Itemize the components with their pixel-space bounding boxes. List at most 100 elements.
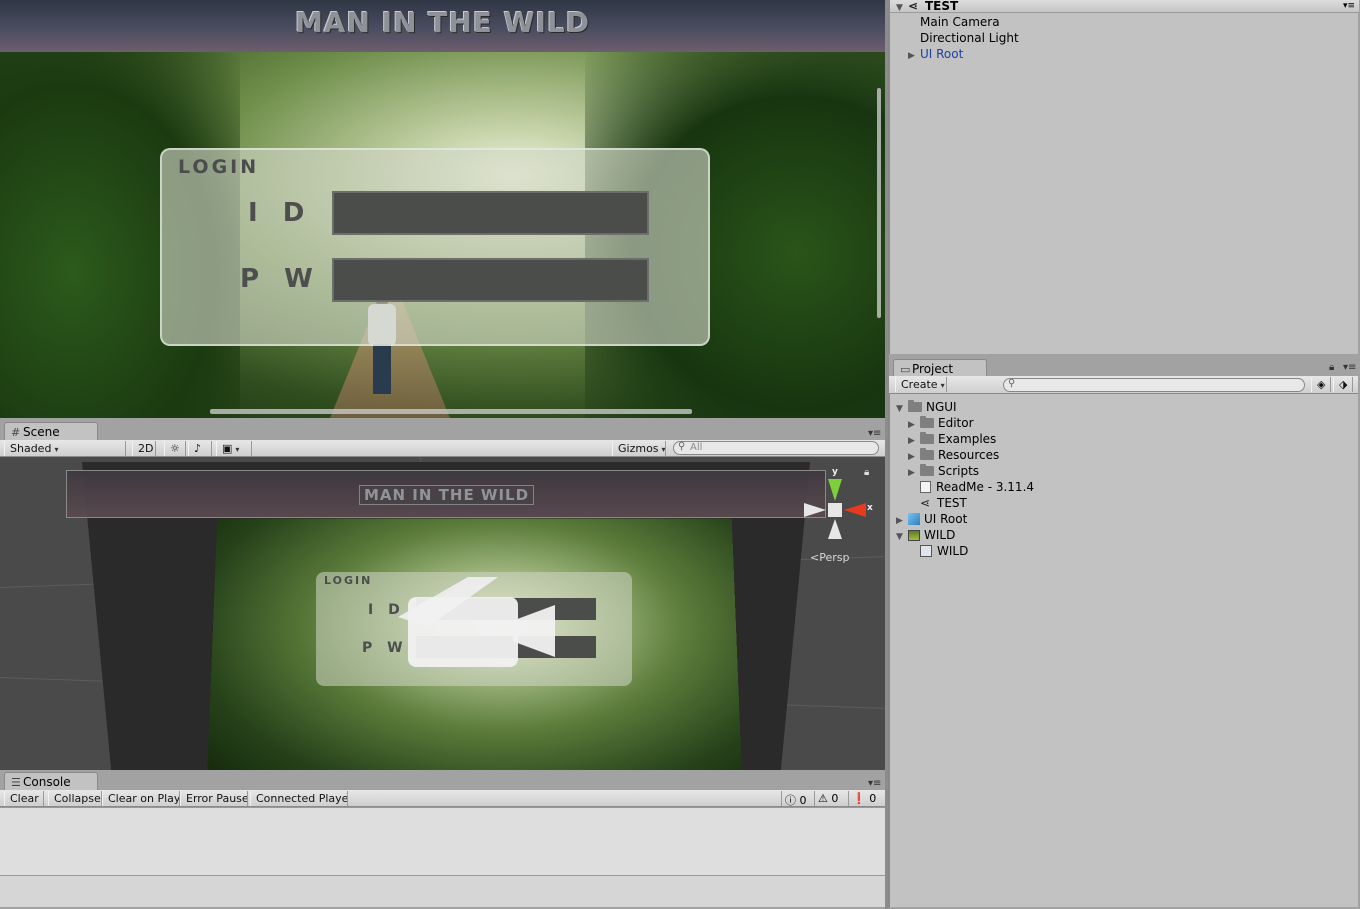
project-item-wild-texture[interactable]: ▼ WILD <box>896 528 955 544</box>
project-item-resources[interactable]: ▶ Resources <box>908 448 999 464</box>
warning-count: 0 <box>831 792 839 805</box>
folder-icon <box>908 400 922 412</box>
console-clear-button[interactable]: Clear <box>4 791 44 806</box>
game-view[interactable]: MAN IN THE WILD LOGIN I D P W <box>0 0 885 418</box>
lighting-toggle-icon[interactable]: ☼ <box>164 441 186 456</box>
scene-tabbar: # Scene ▾≡ <box>0 422 885 440</box>
folder-icon <box>920 464 934 476</box>
expand-arrow-icon[interactable]: ▶ <box>908 466 920 480</box>
error-count-toggle[interactable]: ❗ 0 <box>848 791 880 806</box>
project-panel-menu-icon[interactable]: ▾≡ <box>1343 362 1356 373</box>
project-lock-icon[interactable]: 🔒︎ <box>1329 362 1334 373</box>
effects-toggle-icon[interactable]: ▣ <box>216 441 252 456</box>
project-panel[interactable]: ▼ NGUI ▶ Editor ▶ Examples ▶ Resources ▶ Scri… <box>889 394 1358 907</box>
hiker-legs <box>373 344 391 394</box>
camera-icon[interactable] <box>398 577 558 669</box>
log-count: 0 <box>799 794 807 807</box>
hierarchy-panel[interactable]: ▼ ⋖ TEST ▾≡ Main Camera Directional Light … <box>889 0 1359 354</box>
mode-2d-button[interactable]: 2D <box>132 441 156 456</box>
project-item-wild-sprite[interactable]: WILD <box>920 544 968 558</box>
project-item-label: Scripts <box>938 464 980 478</box>
projection-toggle[interactable]: <Persp <box>810 551 849 564</box>
audio-toggle-icon[interactable]: ♪ <box>188 441 212 456</box>
folder-tab-icon: ▭ <box>900 363 911 376</box>
console-detail-area[interactable] <box>0 875 885 907</box>
hierarchy-scene-header[interactable]: ▼ ⋖ TEST ▾≡ <box>890 0 1359 13</box>
expand-arrow-icon[interactable]: ▶ <box>896 514 908 528</box>
console-error-pause-button[interactable]: Error Pause <box>180 791 248 806</box>
tab-console-label: Console <box>23 775 71 789</box>
project-item-label: WILD <box>924 528 956 542</box>
search-by-type-icon[interactable]: ◈ <box>1311 377 1331 392</box>
search-icon: ⚲ <box>678 441 686 452</box>
hierarchy-item-directional-light[interactable]: Directional Light <box>920 31 1019 45</box>
hierarchy-item-ui-root[interactable]: ▶ UI Root <box>908 47 963 63</box>
tab-project-label: Project <box>912 362 954 376</box>
pw-label: P W <box>240 264 321 294</box>
scene-banner-title: MAN IN THE WILD <box>359 485 535 505</box>
expand-arrow-icon[interactable]: ▶ <box>908 450 920 464</box>
id-input[interactable] <box>332 191 649 235</box>
id-label: I D <box>248 198 313 228</box>
console-log-area[interactable] <box>0 807 885 875</box>
scene-search-input[interactable]: ⚲ All <box>673 441 879 455</box>
console-clear-on-play-button[interactable]: Clear on Play <box>102 791 180 806</box>
expand-arrow-icon[interactable]: ▼ <box>896 402 908 416</box>
project-item-scripts[interactable]: ▶ Scripts <box>908 464 979 480</box>
project-item-label: UI Root <box>924 512 968 526</box>
pw-input[interactable] <box>332 258 649 302</box>
grid-icon: # <box>11 426 21 439</box>
project-item-ngui[interactable]: ▼ NGUI <box>896 400 957 416</box>
connected-player-dropdown[interactable]: Connected Playe <box>250 791 348 806</box>
tab-project[interactable]: ▭ Project <box>893 359 987 376</box>
project-item-examples[interactable]: ▶ Examples <box>908 432 996 448</box>
warning-count-toggle[interactable]: ⚠ 0 <box>814 791 842 806</box>
expand-arrow-icon[interactable]: ▶ <box>908 418 920 432</box>
axis-z-cone[interactable] <box>804 503 826 517</box>
scene-panel-menu-icon[interactable]: ▾≡ <box>868 428 881 439</box>
axis-y-cone[interactable] <box>828 479 842 501</box>
project-tabbar: ▭ Project 🔒︎ ▾≡ <box>889 356 1358 376</box>
axis-center-cube[interactable] <box>828 503 842 517</box>
texture-icon <box>908 530 920 541</box>
hierarchy-item-main-camera[interactable]: Main Camera <box>920 15 1000 29</box>
search-by-label-icon[interactable]: ⬗ <box>1333 377 1353 392</box>
scene-view[interactable]: MAN IN THE WILD LOGIN I D P W y x 🔒︎ <Pe… <box>0 457 885 770</box>
orientation-gizmo[interactable]: y x <box>800 467 880 547</box>
axis-down-cone[interactable] <box>828 519 842 539</box>
axis-x-cone[interactable] <box>844 503 866 517</box>
game-scrollbar-horizontal[interactable] <box>210 409 692 414</box>
tab-scene[interactable]: # Scene <box>4 422 98 440</box>
project-item-editor[interactable]: ▶ Editor <box>908 416 974 432</box>
expand-arrow-icon[interactable]: ▶ <box>908 49 920 63</box>
log-count-toggle[interactable]: ⓘ 0 <box>781 791 811 807</box>
project-item-readme[interactable]: ReadMe - 3.11.4 <box>920 480 1034 494</box>
game-scrollbar-vertical[interactable] <box>877 88 881 318</box>
project-item-label: Editor <box>938 416 974 430</box>
hierarchy-menu-icon[interactable]: ▾≡ <box>1343 0 1355 12</box>
project-search-input[interactable]: ⚲ <box>1003 378 1305 392</box>
scene-search-placeholder: All <box>690 442 703 453</box>
console-collapse-button[interactable]: Collapse <box>48 791 102 806</box>
expand-arrow-icon[interactable]: ▶ <box>908 434 920 448</box>
gizmos-dropdown[interactable]: Gizmos <box>612 441 666 456</box>
unity-scene-icon: ⋖ <box>920 496 931 510</box>
console-panel-menu-icon[interactable]: ▾≡ <box>868 778 881 789</box>
project-create-dropdown[interactable]: Create <box>895 377 947 392</box>
console-tabbar: ☰ Console ▾≡ <box>0 772 885 790</box>
error-count: 0 <box>869 792 877 805</box>
expand-arrow-icon[interactable]: ▼ <box>896 530 908 544</box>
expand-arrow-icon[interactable]: ▼ <box>896 2 908 14</box>
hierarchy-item-ui-root-label: UI Root <box>920 47 964 61</box>
project-item-ui-root[interactable]: ▶ UI Root <box>896 512 967 528</box>
project-toolbar: Create ⚲ ◈ ⬗ <box>889 376 1358 394</box>
project-item-label: NGUI <box>926 400 957 414</box>
project-item-test-scene[interactable]: ⋖ TEST <box>920 496 967 510</box>
tab-scene-label: Scene <box>23 425 60 439</box>
warning-icon: ⚠ <box>818 792 828 805</box>
persp-arrow-icon: < <box>810 551 820 564</box>
tab-console[interactable]: ☰ Console <box>4 772 98 790</box>
lock-icon[interactable]: 🔒︎ <box>864 467 869 478</box>
project-item-label: ReadMe - 3.11.4 <box>936 480 1035 494</box>
shading-mode-dropdown[interactable]: Shaded <box>4 441 126 456</box>
